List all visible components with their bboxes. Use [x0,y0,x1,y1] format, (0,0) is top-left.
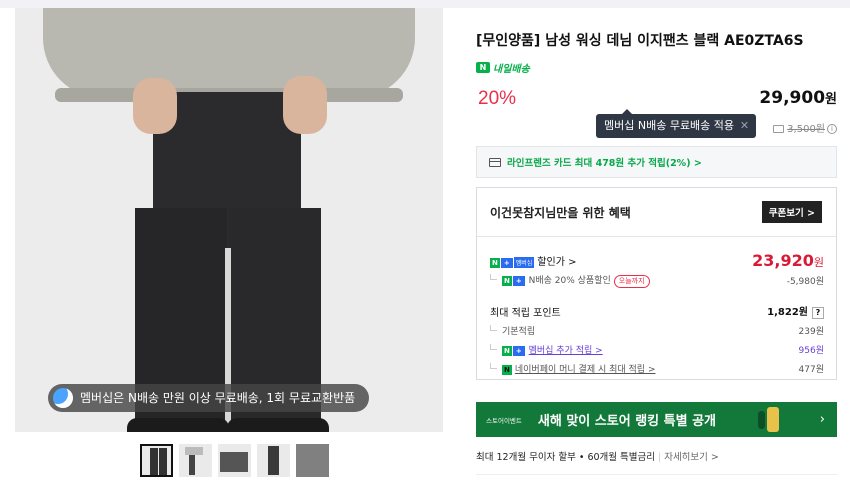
store-ranking-banner[interactable]: 스토어이벤트 새해 맞이 스토어 랭킹 특별 공개 › [476,402,837,437]
elbow-line [490,325,497,331]
installment-more-link[interactable]: 자세히보기 > [664,452,719,463]
thumbnail[interactable] [296,444,329,477]
membership-logo-icon [53,388,73,408]
member-point-label[interactable]: N + 멤버십 추가 적립 > [490,343,603,356]
original-shipping-fee: 3,500원 [787,124,825,135]
top-strip [0,0,850,8]
question-icon[interactable]: ? [812,307,824,319]
price-unit: 원 [825,92,837,107]
points-value-group: 1,822원? [767,303,824,319]
naver-pay-icon: N [502,365,512,375]
sweater-shape [43,8,415,98]
sale-label-group[interactable]: N + 멤버십 할인가 > [490,253,576,268]
membership-promo-pill[interactable]: 멤버십은 N배송 만원 이상 무료배송, 1회 무료교환반품 [48,384,370,412]
elbow-line [490,274,497,280]
product-main-image[interactable]: 멤버십은 N배송 만원 이상 무료배송, 1회 무료교환반품 [15,8,443,432]
delivery-label: 내일배송 [493,64,530,75]
store-event-logo: 스토어이벤트 [486,416,522,425]
membership-icon: 멤버십 [513,257,535,268]
close-icon[interactable]: ✕ [740,114,749,138]
thumbnail-strip [140,444,329,477]
member-point-link[interactable]: 멤버십 추가 적립 > [529,346,603,356]
elbow-line [490,363,497,369]
delivery-badge: N 내일배송 [476,60,837,75]
basic-point-value: 239원 [798,327,824,337]
installment-text: 최대 12개월 무이자 할부 • 60개월 특별금리 [476,452,655,463]
benefit-header: 이건못참지님만을 위한 혜택 쿠폰보기 > [477,188,836,237]
chevron-right-icon: › [819,412,825,427]
separator: | [658,452,662,463]
discount-rate: 20% [478,88,517,109]
shipping-fee: 3,500원 i [773,120,837,135]
thumbnail[interactable] [257,444,290,477]
price-value: 29,900 [759,88,826,108]
n-discount-text: N배송 20% 상품할인 [528,276,611,286]
points-row: 최대 적립 포인트 1,822원? [490,303,824,319]
pay-point-label[interactable]: N 네이버페이 머니 결제 시 최대 적립 > [490,362,656,375]
thumbnail-shape [220,452,248,472]
points-label: 최대 적립 포인트 [490,307,561,319]
product-info-panel: [무인양품] 남성 워싱 데님 이지팬츠 블랙 AE0ZTA6S N 내일배송 … [476,30,837,475]
divider [476,474,837,475]
installment-info: 최대 12개월 무이자 할부 • 60개월 특별금리 | 자세히보기 > [476,449,719,463]
truck-icon [773,125,785,133]
basic-point-label: 기본적립 [490,324,535,337]
basic-point-text: 기본적립 [502,327,536,337]
tooltip-text: 멤버십 N배송 무료배송 적용 [604,119,735,132]
pay-point-value: 477원 [798,365,824,375]
thumbnail[interactable] [140,444,173,477]
n-discount-label: N + N배송 20% 상품할인 오늘까지 [490,273,650,288]
n-icon: N [502,346,512,356]
coupon-button[interactable]: 쿠폰보기 > [761,201,822,223]
sale-price: 29,900원 [759,88,837,108]
points-value: 1,822원 [767,307,808,318]
free-shipping-tooltip: 멤버십 N배송 무료배송 적용 ✕ [596,109,757,138]
banner-text: 새해 맞이 스토어 랭킹 특별 공개 [537,414,717,429]
membership-n-icon: N [490,258,500,268]
banner-decoration [767,407,779,432]
right-shoe [227,418,329,432]
info-icon[interactable]: i [827,124,837,134]
plus-icon: + [512,276,525,286]
n-discount-row: N + N배송 20% 상품할인 오늘까지 -5,980원 [490,273,824,288]
card-offer-text: 라인프렌즈 카드 최대 478원 추가 적립(2%) > [507,158,702,169]
member-sale-unit: 원 [813,256,824,269]
plus-icon: + [500,258,513,268]
sale-label: 할인가 > [537,257,577,268]
elbow-line [490,344,497,350]
banner-decoration [758,411,765,429]
left-shoe [127,418,229,432]
pay-point-link[interactable]: 네이버페이 머니 결제 시 최대 적립 > [515,365,656,375]
thumbnail-shape [268,446,279,475]
card-icon [489,157,501,167]
thumbnail[interactable] [218,444,251,477]
thumbnail-shape [185,447,203,455]
card-offer[interactable]: 라인프렌즈 카드 최대 478원 추가 적립(2%) > [476,146,837,178]
product-title: [무인양품] 남성 워싱 데님 이지팬츠 블랙 AE0ZTA6S [476,33,804,49]
benefit-box: 이건못참지님만을 위한 혜택 쿠폰보기 > N + 멤버십 할인가 > 23,920원… [476,187,837,380]
thumbnail-shape [159,448,167,475]
basic-point-row: 기본적립 239원 [490,324,824,337]
plus-icon: + [512,346,525,356]
thumbnail-shape [150,448,158,475]
n-discount-value: -5,980원 [786,277,824,287]
member-sale-price: 23,920원 [752,251,824,270]
pay-point-row: N 네이버페이 머니 결제 시 최대 적립 > 477원 [490,362,824,375]
member-point-value: 956원 [798,346,824,356]
right-hand [283,76,327,134]
n-icon: N [502,276,512,286]
thumbnail[interactable] [179,444,212,477]
member-point-row: N + 멤버십 추가 적립 > 956원 [490,343,824,356]
promo-text: 멤버십은 N배송 만원 이상 무료배송, 1회 무료교환반품 [80,391,356,405]
n-delivery-icon: N [476,62,490,73]
sale-price-row: N + 멤버십 할인가 > 23,920원 [490,251,824,270]
benefit-title: 이건못참지님만을 위한 혜택 [490,205,631,220]
member-sale-value: 23,920 [752,251,814,270]
today-tag: 오늘까지 [613,275,650,288]
left-hand [133,78,177,134]
